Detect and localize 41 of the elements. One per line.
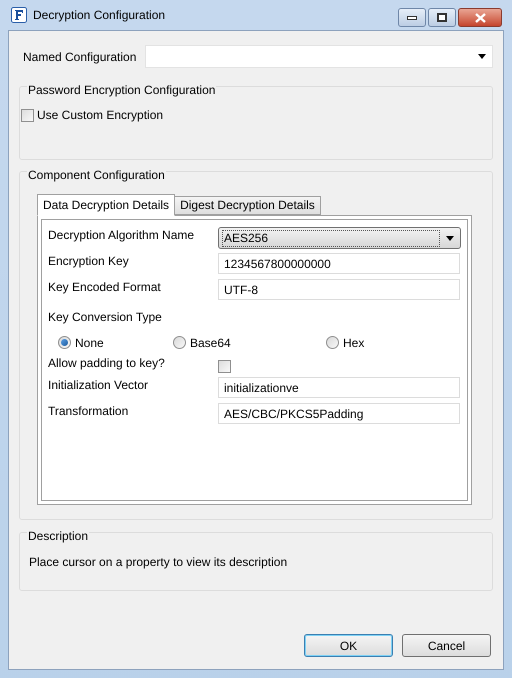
text-field[interactable]: UTF-8 xyxy=(218,279,460,300)
minimize-icon xyxy=(407,16,417,20)
field-label: Transformation xyxy=(48,403,130,419)
text-field[interactable]: AES/CBC/PKCS5Padding xyxy=(218,403,460,424)
close-icon xyxy=(474,12,486,22)
checkbox-label: Use Custom Encryption xyxy=(37,107,164,124)
radio-label: None xyxy=(75,334,104,352)
field-label: Decryption Algorithm Name xyxy=(48,227,196,243)
group-title: Password Encryption Configuration xyxy=(27,83,216,97)
radio-button[interactable] xyxy=(58,336,71,349)
dropdown-value: AES256 xyxy=(222,230,440,246)
dropdown-arrow-icon xyxy=(446,236,454,240)
field-label: Encryption Key xyxy=(48,253,130,269)
field-label: Key Conversion Type xyxy=(48,310,162,324)
radio-label: Base64 xyxy=(190,334,231,352)
radio-label: Hex xyxy=(343,334,364,352)
field-label: Initialization Vector xyxy=(48,377,150,393)
description-text: Place cursor on a property to view its description xyxy=(29,554,288,571)
checkbox[interactable] xyxy=(218,360,231,372)
checkbox[interactable] xyxy=(21,108,34,122)
text-field[interactable]: initializationve xyxy=(218,377,460,398)
dropdown-arrow-icon xyxy=(478,54,486,59)
text-field[interactable]: 1234567800000000 xyxy=(218,253,460,274)
app-icon xyxy=(11,7,27,23)
group-title: Component Configuration xyxy=(27,168,166,182)
field-label: Named Configuration xyxy=(22,48,138,66)
dialog-button[interactable]: Cancel xyxy=(402,634,491,657)
maximize-button[interactable] xyxy=(428,8,456,27)
dialog-button[interactable]: OK xyxy=(304,634,393,657)
tab[interactable]: Digest Decryption Details xyxy=(174,196,321,215)
minimize-button[interactable] xyxy=(398,8,426,27)
radio-button[interactable] xyxy=(326,336,339,349)
field-label: Allow padding to key? xyxy=(48,355,166,371)
close-button[interactable] xyxy=(458,8,502,27)
tab[interactable]: Data Decryption Details xyxy=(37,194,176,216)
restore-icon xyxy=(437,13,447,22)
radio-button[interactable] xyxy=(173,336,186,349)
algorithm-dropdown[interactable]: AES256 xyxy=(218,227,461,249)
window-title: Decryption Configuration xyxy=(33,7,166,24)
group-title: Description xyxy=(27,529,90,543)
field-label: Key Encoded Format xyxy=(48,279,162,295)
